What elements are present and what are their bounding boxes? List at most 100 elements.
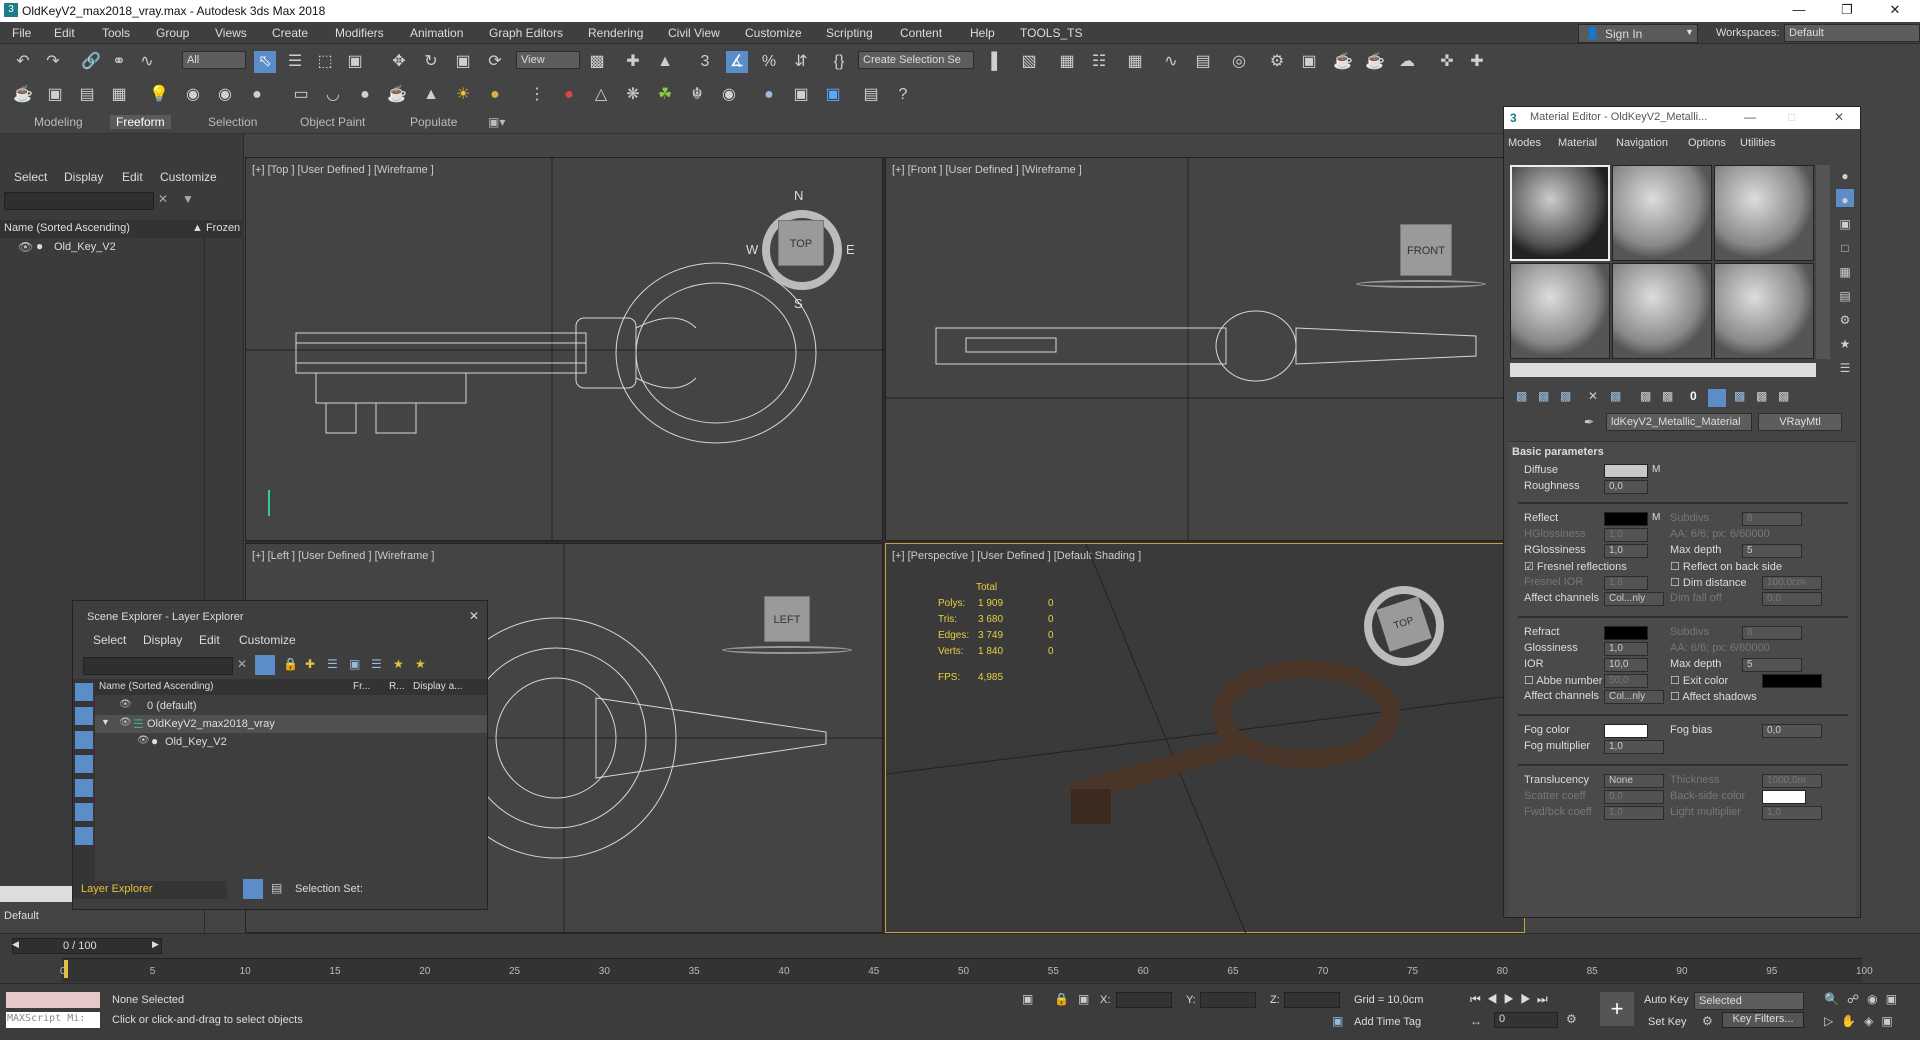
angle-snap-icon[interactable]: ∡ xyxy=(726,51,748,73)
ribbon-options-icon[interactable]: ▣▾ xyxy=(488,115,505,129)
diffuse-swatch[interactable] xyxy=(1604,464,1648,478)
render-iterative-icon[interactable]: ☕ xyxy=(1364,51,1386,73)
menu-civil-view[interactable]: Civil View xyxy=(668,26,720,40)
layer-col-display[interactable]: Display a... xyxy=(413,681,462,692)
undo-icon[interactable]: ↶ xyxy=(12,51,34,73)
explorer-tab-select[interactable]: Select xyxy=(14,170,47,184)
material-editor-icon[interactable]: ◎ xyxy=(1228,51,1250,73)
subdivs-field[interactable]: 8 xyxy=(1742,512,1802,526)
assign-material-icon[interactable]: ▩ xyxy=(1560,389,1571,403)
sample-type-icon[interactable]: ● xyxy=(1836,165,1854,183)
camera-icon[interactable]: ◉ xyxy=(182,84,204,106)
eye-icon[interactable]: 👁 xyxy=(18,240,33,254)
proxy-icon[interactable]: ● xyxy=(558,84,580,106)
column-frozen-header[interactable]: ▲ Frozen xyxy=(192,222,240,234)
placement-icon[interactable]: ⟳ xyxy=(484,51,506,73)
y-field[interactable] xyxy=(1200,992,1256,1008)
z-field[interactable] xyxy=(1284,992,1340,1008)
selection-set-icon[interactable]: ▤ xyxy=(271,881,282,895)
slots-hscrollbar[interactable] xyxy=(1510,363,1816,377)
expand-triangle-icon[interactable]: ▼ xyxy=(101,717,110,727)
highlight-icon[interactable]: ★ xyxy=(393,657,404,671)
abbe-checkbox[interactable]: ☐ Abbe number xyxy=(1524,674,1602,687)
filter-icon[interactable] xyxy=(255,655,275,675)
fresnel-ior-field[interactable]: 1,6 xyxy=(1604,576,1648,590)
show-end-result-icon[interactable]: ▩ xyxy=(1734,389,1745,403)
named-selection-dropdown[interactable]: Create Selection Se xyxy=(858,51,974,69)
viewport-front[interactable]: [+] [Front ] [User Defined ] [Wireframe … xyxy=(885,157,1526,542)
backlight-icon[interactable]: ● xyxy=(1836,189,1854,207)
cone-light-icon[interactable]: ▲ xyxy=(420,84,442,106)
close-icon[interactable]: ✕ xyxy=(469,609,479,623)
menu-content[interactable]: Content xyxy=(900,26,942,40)
display-geometry-icon[interactable] xyxy=(75,683,93,701)
rollout-title[interactable]: Basic parameters xyxy=(1512,446,1604,458)
explorer-tab-customize[interactable]: Customize xyxy=(160,170,217,184)
viewcube-ring[interactable] xyxy=(1356,280,1486,288)
tab-selection[interactable]: Selection xyxy=(208,115,257,129)
add-time-tag[interactable]: Add Time Tag xyxy=(1354,1016,1421,1028)
fresnel-checkbox[interactable]: ☑ Fresnel reflections xyxy=(1524,560,1627,573)
exit-color-checkbox[interactable]: ☐ Exit color xyxy=(1670,674,1728,687)
layer-stack-icon[interactable]: ☰ xyxy=(371,657,382,671)
backside-color-swatch[interactable] xyxy=(1762,790,1806,804)
filter-icon[interactable]: ▼ xyxy=(182,192,194,206)
globe-icon[interactable]: ● xyxy=(758,84,780,106)
material-name-field[interactable]: ldKeyV2_Metallic_Material xyxy=(1606,413,1752,431)
ball-icon[interactable]: ◉ xyxy=(718,84,740,106)
layer-search-input[interactable] xyxy=(83,657,233,675)
dim-distance-checkbox[interactable]: ☐ Dim distance xyxy=(1670,576,1747,589)
maximize-button[interactable]: □ xyxy=(1788,110,1795,124)
affect-shadows-checkbox[interactable]: ☐ Affect shadows xyxy=(1670,690,1757,703)
table-row[interactable]: 👁 0 (default) xyxy=(95,697,487,715)
menu-group[interactable]: Group xyxy=(156,26,189,40)
fog-bias-field[interactable]: 0,0 xyxy=(1762,724,1822,738)
layer-col-name[interactable]: Name (Sorted Ascending) xyxy=(99,681,214,692)
video-color-icon[interactable]: ▦ xyxy=(1836,261,1854,279)
selection-filter-dropdown[interactable]: All xyxy=(182,51,246,69)
go-forward-icon[interactable]: ▩ xyxy=(1778,389,1789,403)
fog-color-swatch[interactable] xyxy=(1604,724,1648,738)
put-to-scene-icon[interactable]: ▩ xyxy=(1538,389,1549,403)
get-material-icon[interactable]: ▩ xyxy=(1516,389,1527,403)
auto-key-button[interactable]: Auto Key xyxy=(1644,994,1689,1006)
horizontal-scrollbar[interactable] xyxy=(0,886,72,902)
scale-icon[interactable]: ▣ xyxy=(452,51,474,73)
spinner-snap-icon[interactable]: ⇵ xyxy=(790,51,812,73)
viewport-nav-controls-2[interactable]: ▷✋◈▣ xyxy=(1824,1014,1901,1028)
sphere-icon[interactable]: ● xyxy=(354,84,376,106)
layer-menu-select[interactable]: Select xyxy=(93,633,126,647)
sun-icon[interactable]: ☀ xyxy=(452,84,474,106)
viewcube-ring[interactable] xyxy=(722,646,852,654)
display-lights-icon[interactable] xyxy=(75,731,93,749)
me-menu-options[interactable]: Options xyxy=(1688,137,1726,149)
explorer-tab-edit[interactable]: Edit xyxy=(122,170,143,184)
scatter-coeff-field[interactable]: 0,0 xyxy=(1604,790,1664,804)
curve-editor-icon[interactable]: ∿ xyxy=(1160,51,1182,73)
glossiness-field[interactable]: 1,0 xyxy=(1604,642,1648,656)
layer-mode-icon[interactable] xyxy=(243,879,263,899)
translucency-dropdown[interactable]: None xyxy=(1604,774,1664,788)
display-cameras-icon[interactable] xyxy=(75,755,93,773)
dim-distance-field[interactable]: 100,0cm xyxy=(1762,576,1822,590)
eye-icon[interactable]: 👁 xyxy=(119,717,132,728)
explorer-search-input[interactable] xyxy=(4,192,154,210)
mirror-icon[interactable]: ▌ xyxy=(986,51,1008,73)
put-to-library-icon[interactable]: ▩ xyxy=(1662,389,1673,403)
make-preview-icon[interactable]: ▤ xyxy=(1836,285,1854,303)
go-to-parent-icon[interactable]: ▩ xyxy=(1756,389,1767,403)
slots-scrollbar[interactable] xyxy=(1816,165,1830,359)
affect-channels-dropdown[interactable]: Col...nly xyxy=(1604,690,1664,704)
unlink-icon[interactable]: ⚭ xyxy=(108,51,130,73)
menu-edit[interactable]: Edit xyxy=(54,26,75,40)
viewport-top[interactable]: [+] [Top ] [User Defined ] [Wireframe ] … xyxy=(245,157,884,542)
pivot-center-icon[interactable]: ▩ xyxy=(586,51,608,73)
menu-create[interactable]: Create xyxy=(272,26,308,40)
viewcube-left[interactable]: LEFT xyxy=(764,596,810,642)
link-icon[interactable]: 🔗 xyxy=(80,51,102,73)
layer-menu-edit[interactable]: Edit xyxy=(199,633,220,647)
select-by-material-icon[interactable]: ★ xyxy=(1836,333,1854,351)
window-crossing-icon[interactable]: ▣ xyxy=(344,51,366,73)
maxscript-listener[interactable] xyxy=(6,992,100,1008)
absolute-mode-icon[interactable]: ▣ xyxy=(1078,992,1089,1006)
